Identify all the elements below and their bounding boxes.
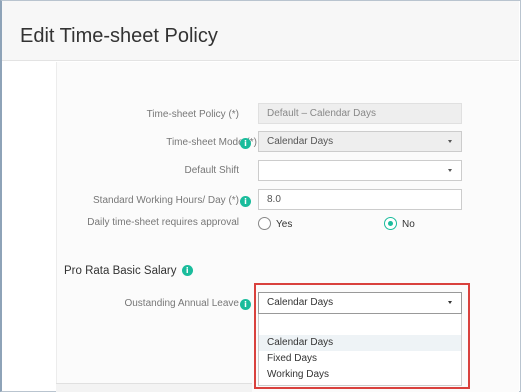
outstanding-leave-dropdown: Calendar Days Fixed Days Working Days (258, 314, 462, 386)
chevron-down-icon (448, 301, 452, 304)
outstanding-leave-select[interactable]: Calendar Days (258, 292, 462, 314)
dropdown-option-working-days[interactable]: Working Days (259, 367, 461, 383)
approval-no-radio[interactable] (384, 217, 397, 230)
default-shift-label: Default Shift (184, 165, 239, 176)
standard-hours-input[interactable]: 8.0 (258, 189, 462, 210)
chevron-down-icon (448, 169, 452, 172)
timesheet-policy-label: Time-sheet Policy (*) (146, 109, 239, 120)
default-shift-select[interactable] (258, 160, 462, 181)
outstanding-leave-label: Oustanding Annual Leave (124, 298, 239, 309)
timesheet-policy-value: Default – Calendar Days (267, 108, 376, 119)
timesheet-policy-field: Default – Calendar Days (258, 103, 462, 124)
timesheet-mode-select[interactable]: Calendar Days (258, 131, 462, 152)
dropdown-option-fixed-days[interactable]: Fixed Days (259, 351, 461, 367)
outstanding-leave-value: Calendar Days (267, 297, 334, 308)
info-icon[interactable]: i (240, 299, 251, 310)
page-header: Edit Time-sheet Policy (2, 1, 519, 61)
timesheet-mode-value: Calendar Days (267, 136, 334, 147)
approval-yes-label: Yes (276, 219, 293, 230)
next-section-stub (56, 383, 252, 392)
standard-hours-label: Standard Working Hours/ Day (*) (93, 195, 239, 206)
pro-rata-section-title: Pro Rata Basic Salary i (64, 265, 193, 277)
pro-rata-title-text: Pro Rata Basic Salary (64, 265, 177, 277)
approval-no-label: No (402, 219, 415, 230)
approval-yes-radio[interactable] (258, 217, 271, 230)
info-icon[interactable]: i (181, 265, 193, 277)
daily-approval-label: Daily time-sheet requires approval (87, 217, 239, 228)
page-title: Edit Time-sheet Policy (20, 25, 218, 47)
info-icon[interactable]: i (240, 138, 251, 149)
chevron-down-icon (448, 140, 452, 143)
dropdown-option-calendar-days[interactable]: Calendar Days (259, 335, 461, 351)
info-icon[interactable]: i (240, 196, 251, 207)
standard-hours-value: 8.0 (267, 194, 281, 205)
